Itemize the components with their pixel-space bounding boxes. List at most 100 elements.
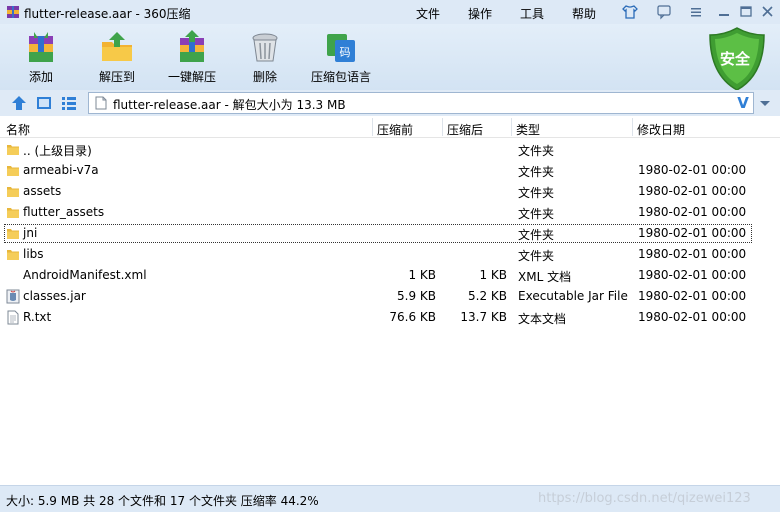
file-name: AndroidManifest.xml [23, 268, 147, 282]
one-click-extract-button[interactable]: 一键解压 [166, 30, 218, 88]
file-row[interactable]: libs 文件夹 1980-02-01 00:00 [0, 244, 780, 265]
list-view-icon[interactable] [60, 94, 78, 112]
verify-v-button[interactable]: V [735, 94, 751, 112]
chevron-down-icon[interactable] [756, 94, 774, 112]
address-field[interactable]: flutter-release.aar - 解包大小为 13.3 MB V [88, 92, 754, 114]
file-list-header: 名称 压缩前 压缩后 类型 修改日期 [0, 116, 780, 138]
delete-label: 删除 [252, 70, 277, 84]
file-type: 文件夹 [518, 144, 555, 158]
archive-language-label: 压缩包语言 [310, 70, 371, 84]
file-size-before: 76.6 KB [389, 310, 436, 324]
file-row[interactable]: armeabi-v7a 文件夹 1980-02-01 00:00 [0, 160, 780, 181]
folder-icon [6, 163, 20, 178]
app-icon [7, 6, 19, 18]
file-date: 1980-02-01 00:00 [638, 289, 747, 303]
file-row[interactable]: .. (上级目录) 文件夹 [0, 139, 780, 160]
file-type: 文件夹 [518, 249, 555, 263]
file-row[interactable]: AndroidManifest.xml 1 KB 1 KB XML 文档 1980-02… [0, 265, 780, 286]
file-row[interactable]: assets 文件夹 1980-02-01 00:00 [0, 181, 780, 202]
extract-folder-icon [102, 32, 132, 61]
file-type: XML 文档 [518, 270, 572, 284]
blank-icon [6, 268, 20, 283]
file-size-before: 5.9 KB [397, 289, 436, 303]
file-name: classes.jar [23, 289, 86, 303]
file-name: libs [23, 247, 44, 261]
file-date: 1980-02-01 00:00 [638, 205, 747, 219]
svg-text:码: 码 [340, 46, 351, 59]
up-arrow-icon[interactable] [10, 94, 28, 112]
column-divider[interactable] [372, 118, 373, 136]
file-date: 1980-02-01 00:00 [638, 310, 747, 324]
file-name: armeabi-v7a [23, 163, 99, 177]
archive-language-button[interactable]: 码 压缩包语言 [310, 30, 372, 88]
file-type: Executable Jar File [518, 289, 628, 303]
file-row[interactable]: jni 文件夹 1980-02-01 00:00 [0, 223, 780, 244]
minimize-icon[interactable] [714, 3, 734, 21]
title-bar: flutter-release.aar - 360压缩 文件 操作 工具 帮助 [0, 0, 780, 24]
large-icon-view-icon[interactable] [35, 94, 53, 112]
file-name: assets [23, 184, 62, 198]
file-date: 1980-02-01 00:00 [638, 268, 747, 282]
file-name: jni [23, 226, 38, 240]
file-type: 文件夹 [518, 228, 555, 242]
file-type: 文件夹 [518, 207, 555, 221]
column-name[interactable]: 名称 [6, 121, 30, 138]
folder-icon [6, 247, 20, 262]
file-size-after: 13.7 KB [460, 310, 507, 324]
delete-button[interactable]: 删除 [244, 30, 286, 88]
code-page-icon: 码 [327, 34, 355, 62]
file-row[interactable]: R.txt 76.6 KB 13.7 KB 文本文档 1980-02-01 00:00 [0, 307, 780, 328]
file-name: flutter_assets [23, 205, 105, 219]
extract-to-label: 解压到 [98, 70, 135, 84]
file-date: 1980-02-01 00:00 [638, 163, 747, 177]
verify-v-glyph: V [737, 94, 749, 112]
file-row[interactable]: flutter_assets 文件夹 1980-02-01 00:00 [0, 202, 780, 223]
file-size-after: 1 KB [479, 268, 507, 282]
menu-tools[interactable]: 工具 [520, 5, 544, 22]
file-date: 1980-02-01 00:00 [638, 226, 747, 240]
file-type: 文件夹 [518, 165, 555, 179]
menu-help[interactable]: 帮助 [572, 5, 596, 22]
watermark: https://blog.csdn.net/qizewei123 [538, 491, 751, 506]
column-divider[interactable] [511, 118, 512, 136]
file-name: .. (上级目录) [23, 144, 92, 158]
folder-icon [6, 142, 20, 157]
column-date[interactable]: 修改日期 [637, 121, 685, 138]
menu-icon[interactable] [686, 3, 706, 21]
file-size-before: 1 KB [408, 268, 436, 282]
close-icon[interactable] [758, 3, 778, 21]
column-divider[interactable] [442, 118, 443, 136]
column-divider[interactable] [632, 118, 633, 136]
add-archive-icon [29, 32, 53, 62]
status-text: 大小: 5.9 MB 共 28 个文件和 17 个文件夹 压缩率 44.2% [6, 494, 319, 508]
file-list: .. (上级目录) 文件夹 armeabi-v7a 文件夹 1980-02-01 00:… [0, 139, 780, 328]
maximize-icon[interactable] [736, 3, 756, 21]
column-before[interactable]: 压缩前 [377, 121, 413, 138]
file-type: 文件夹 [518, 186, 555, 200]
file-name: R.txt [23, 310, 52, 324]
skin-shirt-icon[interactable] [620, 3, 640, 21]
file-row[interactable]: classes.jar 5.9 KB 5.2 KB Executable Jar Fi… [0, 286, 780, 307]
text-file-icon [6, 310, 20, 325]
menu-file[interactable]: 文件 [416, 5, 440, 22]
menu-operation[interactable]: 操作 [468, 5, 492, 22]
one-click-extract-label: 一键解压 [167, 70, 216, 84]
trash-icon [252, 33, 278, 62]
file-icon [95, 96, 107, 110]
folder-icon [6, 205, 20, 220]
navigation-bar: flutter-release.aar - 解包大小为 13.3 MB V [0, 90, 780, 116]
column-after[interactable]: 压缩后 [447, 121, 483, 138]
security-shield[interactable]: 安全 [708, 26, 766, 92]
add-button[interactable]: 添加 [18, 30, 64, 88]
folder-icon [6, 184, 20, 199]
status-bar: 大小: 5.9 MB 共 28 个文件和 17 个文件夹 压缩率 44.2% h… [0, 485, 780, 512]
extract-to-button[interactable]: 解压到 [94, 30, 140, 88]
jar-icon [6, 289, 20, 304]
address-path: flutter-release.aar - 解包大小为 13.3 MB [113, 98, 346, 112]
feedback-icon[interactable] [654, 3, 674, 21]
shield-label: 安全 [720, 50, 751, 68]
window-title: flutter-release.aar - 360压缩 [24, 7, 191, 21]
column-type[interactable]: 类型 [516, 121, 540, 138]
folder-icon [6, 226, 20, 241]
file-size-after: 5.2 KB [468, 289, 507, 303]
